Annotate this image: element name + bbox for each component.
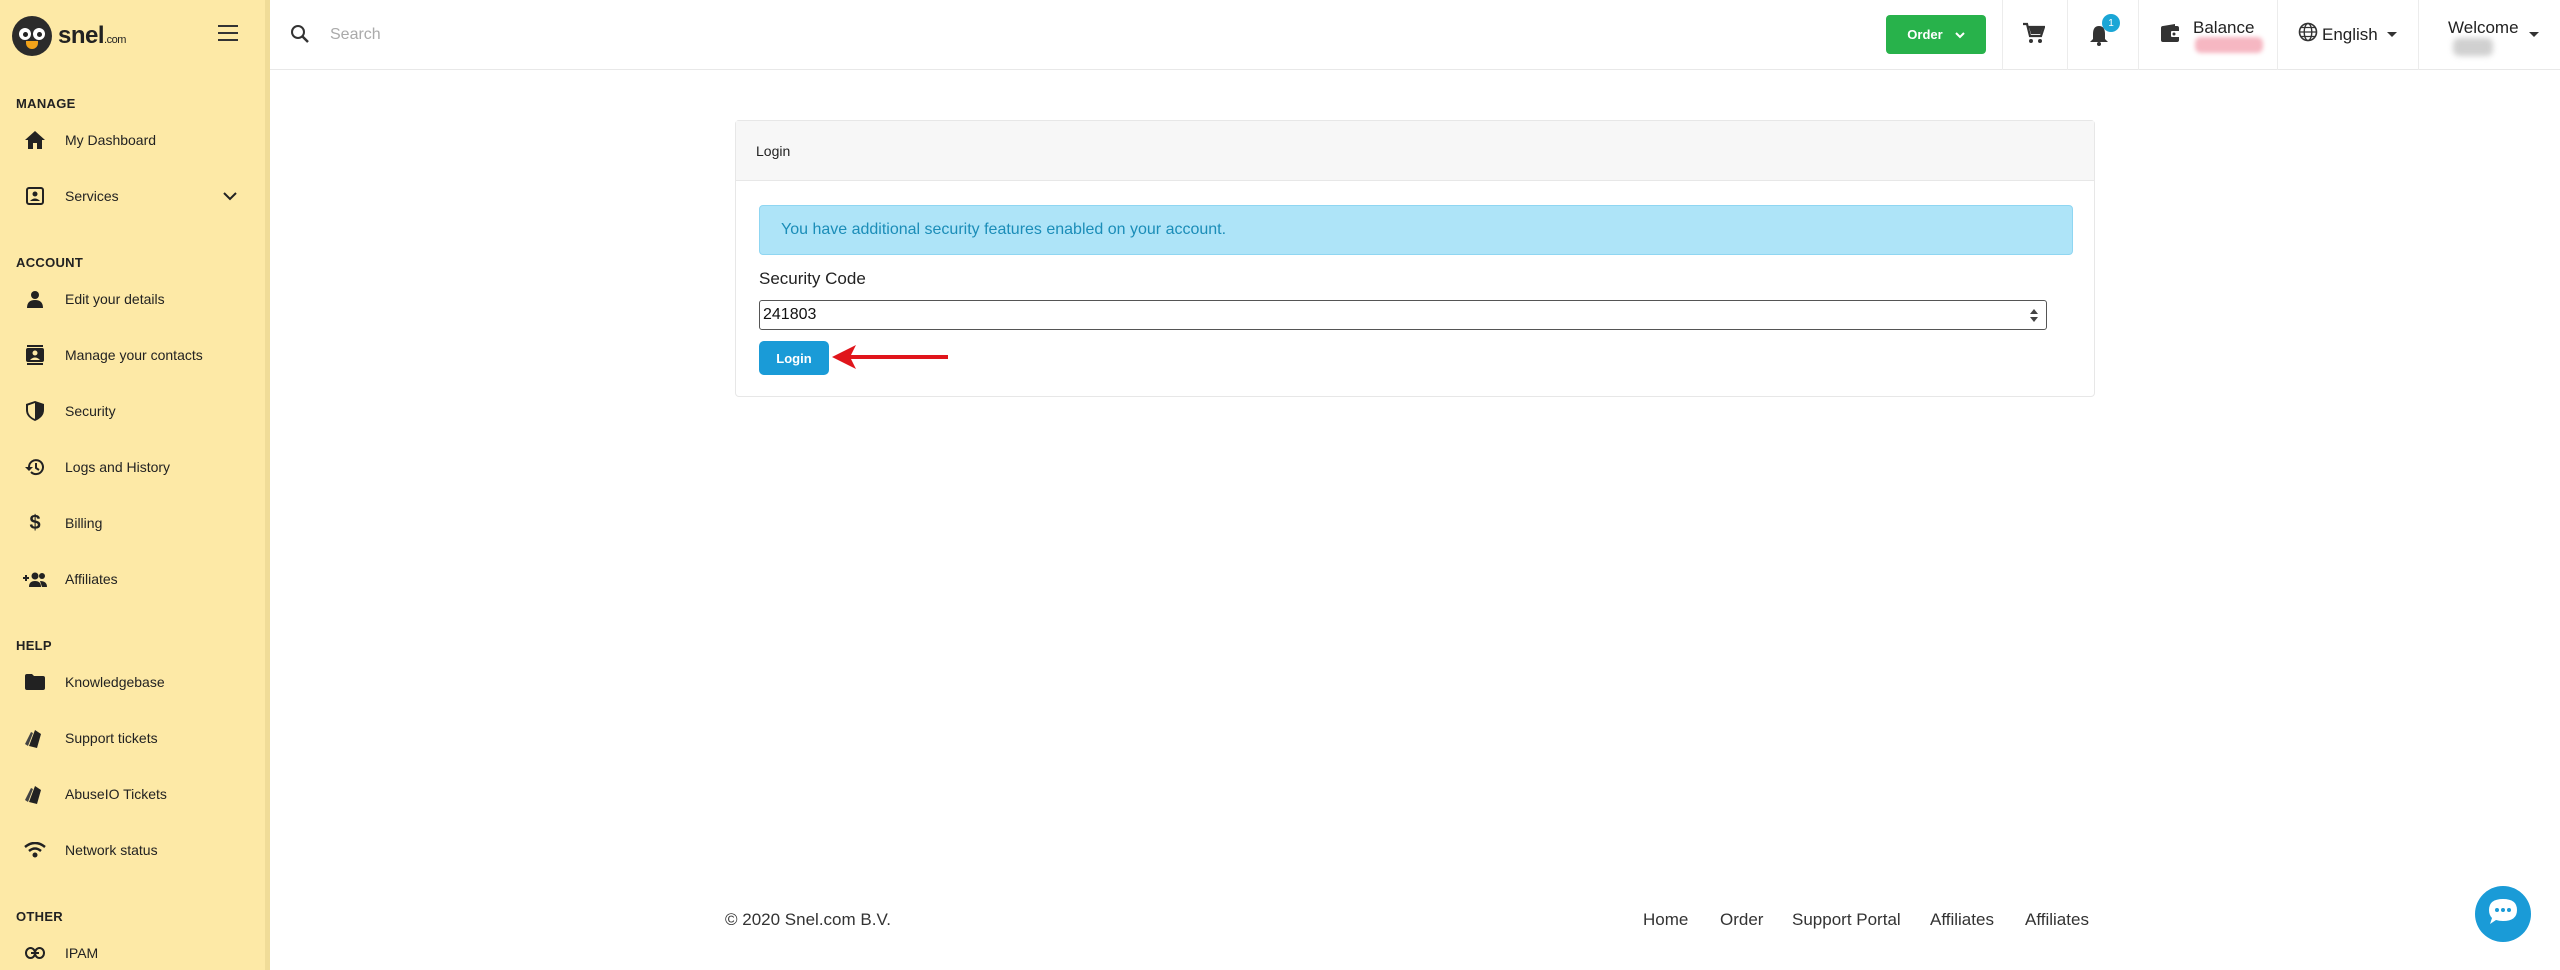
wifi-icon	[22, 837, 48, 863]
balance-label[interactable]: Balance	[2193, 18, 2254, 38]
caret-down-icon[interactable]	[2529, 32, 2539, 37]
login-button[interactable]: Login	[759, 341, 829, 375]
divider	[2418, 0, 2419, 70]
sidebar-item-label: IPAM	[65, 945, 99, 961]
sidebar-item-label: Knowledgebase	[65, 674, 165, 690]
divider	[2138, 0, 2139, 70]
sidebar-item-contacts[interactable]: Manage your contacts	[0, 333, 265, 377]
sidebar-item-knowledgebase[interactable]: Knowledgebase	[0, 660, 265, 704]
sidebar-item-security[interactable]: Security	[0, 389, 265, 433]
footer-link-order[interactable]: Order	[1720, 910, 1763, 930]
ticket-icon	[22, 725, 48, 751]
sidebar-item-label: Security	[65, 403, 116, 419]
top-bar: Order 1 Balance English Welcome	[270, 0, 2560, 70]
notification-badge: 1	[2102, 14, 2120, 32]
sidebar-item-dashboard[interactable]: My Dashboard	[0, 118, 265, 162]
sidebar-item-label: My Dashboard	[65, 132, 157, 148]
card-title: Login	[736, 121, 2094, 181]
chat-bubble-icon	[2487, 897, 2519, 932]
order-dropdown-button[interactable]: Order	[1886, 15, 1986, 54]
divider	[2277, 0, 2278, 70]
language-label: English	[2322, 24, 2378, 44]
folder-icon	[22, 669, 48, 695]
sidebar: snel.com MANAGE My Dashboard Services AC…	[0, 0, 270, 970]
shield-icon	[22, 398, 48, 424]
sidebar-item-label: Billing	[65, 515, 103, 531]
contacts-icon	[22, 342, 48, 368]
sidebar-item-billing[interactable]: $ Billing	[0, 501, 265, 545]
menu-toggle-icon[interactable]	[218, 25, 238, 41]
snel-logo[interactable]: snel.com	[12, 14, 126, 58]
services-icon	[22, 183, 48, 209]
ticket-icon	[22, 781, 48, 807]
chevron-down-icon	[1954, 27, 1965, 42]
logo-text: snel.com	[58, 22, 126, 49]
divider	[2067, 0, 2068, 70]
sidebar-item-label: Affiliates	[65, 571, 118, 587]
annotation-arrow-icon	[832, 345, 948, 369]
cart-icon[interactable]	[2023, 22, 2046, 49]
sidebar-scrollbar[interactable]	[265, 0, 270, 970]
sidebar-item-label: Logs and History	[65, 459, 171, 475]
search-icon[interactable]	[290, 24, 310, 49]
dollar-icon: $	[29, 511, 41, 534]
section-title-help: HELP	[16, 638, 52, 653]
sidebar-item-edit-details[interactable]: Edit your details	[0, 277, 265, 321]
footer-link-support-portal[interactable]: Support Portal	[1792, 910, 1901, 930]
sidebar-item-label: Services	[65, 188, 119, 204]
section-title-account: ACCOUNT	[16, 255, 84, 270]
sidebar-item-services[interactable]: Services	[0, 174, 265, 218]
order-button-label: Order	[1907, 27, 1943, 42]
sidebar-item-logs[interactable]: Logs and History	[0, 445, 265, 489]
security-code-input[interactable]	[759, 300, 2047, 330]
welcome-user-menu[interactable]: Welcome	[2448, 18, 2519, 38]
sidebar-item-abuseio-tickets[interactable]: AbuseIO Tickets	[0, 772, 265, 816]
sidebar-item-affiliates[interactable]: Affiliates	[0, 557, 265, 601]
username-redacted	[2453, 38, 2493, 56]
language-selector[interactable]: English	[2298, 22, 2397, 47]
chat-button[interactable]	[2475, 886, 2531, 942]
sidebar-item-label: AbuseIO Tickets	[65, 786, 167, 802]
security-info-alert: You have additional security features en…	[759, 205, 2073, 255]
chevron-down-icon[interactable]	[223, 188, 237, 206]
security-code-label: Security Code	[759, 269, 866, 288]
history-icon	[22, 454, 48, 480]
divider	[2002, 0, 2003, 70]
globe-icon	[2298, 22, 2318, 47]
home-icon	[22, 127, 48, 153]
sidebar-item-label: Edit your details	[65, 291, 165, 307]
section-title-manage: MANAGE	[16, 96, 76, 111]
wallet-icon[interactable]	[2161, 24, 2181, 47]
sidebar-item-support-tickets[interactable]: Support tickets	[0, 716, 265, 760]
sidebar-item-label: Manage your contacts	[65, 347, 203, 363]
footer-copyright: © 2020 Snel.com B.V.	[725, 910, 891, 929]
section-title-other: OTHER	[16, 909, 63, 924]
search-input[interactable]	[330, 20, 930, 50]
group-add-icon	[22, 566, 48, 592]
sidebar-item-label: Network status	[65, 842, 158, 858]
footer-link-affiliates[interactable]: Affiliates	[1930, 910, 1994, 930]
sidebar-item-label: Support tickets	[65, 730, 158, 746]
owl-logo-icon	[12, 16, 52, 56]
sidebar-item-network-status[interactable]: Network status	[0, 828, 265, 872]
person-icon	[22, 286, 48, 312]
balance-value-redacted	[2195, 37, 2263, 53]
number-spinner[interactable]	[2026, 304, 2042, 326]
caret-down-icon	[2386, 32, 2397, 37]
footer-link-affiliates-2[interactable]: Affiliates	[2025, 910, 2089, 930]
footer-link-home[interactable]: Home	[1643, 910, 1688, 930]
sidebar-item-ipam[interactable]: IPAM	[0, 931, 265, 970]
link-icon	[22, 940, 48, 966]
